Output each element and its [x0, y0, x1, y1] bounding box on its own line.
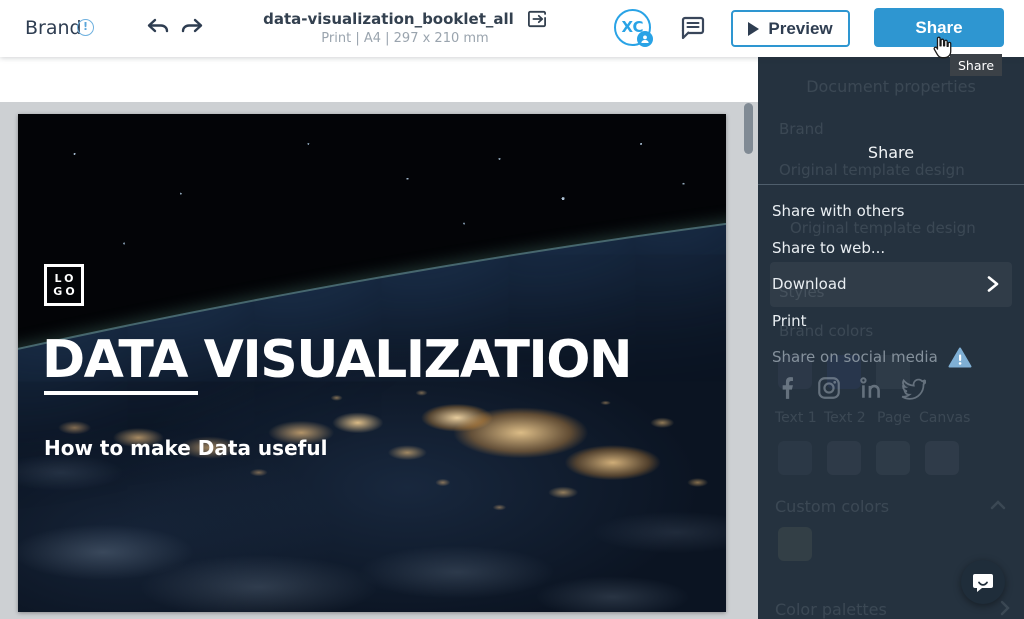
swatch-label-text1-dimmed: Text 1 [775, 410, 817, 426]
title-underline [44, 391, 198, 395]
redo-button[interactable] [179, 16, 205, 40]
social-icons-row [774, 375, 926, 401]
twitter-icon[interactable] [900, 375, 926, 401]
document-format-info: Print | A4 | 297 x 210 mm [240, 31, 570, 46]
menu-item-download[interactable]: Download [758, 266, 1024, 302]
comment-bubble-icon [677, 13, 707, 43]
logo-placeholder[interactable]: LO GO [44, 264, 84, 306]
logo-line2: GO [50, 285, 77, 298]
style-color-swatch [778, 441, 812, 475]
design-subtitle-text[interactable]: How to make Data useful [44, 436, 327, 460]
style-color-swatch [876, 441, 910, 475]
redo-icon [179, 16, 205, 40]
brand-info-icon[interactable]: ! [77, 19, 94, 36]
preview-label: Preview [768, 19, 832, 39]
user-avatar[interactable]: XC [614, 9, 651, 46]
help-chat-button[interactable] [961, 560, 1005, 604]
share-tooltip: Share [950, 54, 1002, 76]
linkedin-icon[interactable] [858, 375, 884, 401]
document-title-block: data-visualization_booklet_all Print | A… [240, 8, 570, 46]
template-name-dimmed: Original template design [779, 161, 965, 179]
design-canvas-page[interactable]: LO GO DATA VISUALIZATION How to make Dat… [18, 114, 726, 612]
swatch-label-text2-dimmed: Text 2 [824, 410, 866, 426]
share-panel: Document properties Brand Original templ… [758, 57, 1024, 619]
brand-section-label-dimmed: Brand [779, 120, 824, 138]
instagram-icon[interactable] [816, 375, 842, 401]
swatch-label-canvas-dimmed: Canvas [919, 410, 970, 426]
design-title-text[interactable]: DATA VISUALIZATION [42, 330, 722, 390]
style-color-swatch [827, 441, 861, 475]
document-title[interactable]: data-visualization_booklet_all [263, 10, 514, 28]
play-icon [748, 22, 759, 36]
move-to-folder-icon[interactable] [527, 10, 547, 28]
vertical-scrollbar-thumb[interactable] [744, 103, 753, 154]
submenu-chevron-right-icon [986, 275, 1000, 293]
menu-divider [758, 184, 1024, 185]
facebook-icon[interactable] [774, 375, 800, 401]
menu-item-share-social: Share on social media [758, 339, 1024, 375]
menu-item-share-with-others[interactable]: Share with others [758, 193, 1024, 229]
top-toolbar: Brand ! data-visualization_booklet_all [0, 0, 1024, 57]
chat-smile-icon [971, 570, 995, 594]
comments-button[interactable] [677, 13, 707, 43]
brand-menu[interactable]: Brand [25, 17, 82, 39]
custom-colors-label-dimmed: Custom colors [775, 497, 889, 516]
menu-item-print[interactable]: Print [758, 303, 1024, 339]
style-color-swatch [925, 441, 959, 475]
chevron-up-icon [990, 500, 1006, 510]
preview-button[interactable]: Preview [731, 10, 850, 47]
share-social-label: Share on social media [772, 348, 938, 366]
chevron-right-icon [1000, 600, 1010, 616]
menu-item-share-to-web[interactable]: Share to web... [758, 230, 1024, 266]
swatch-label-page-dimmed: Page [877, 410, 911, 426]
undo-button[interactable] [145, 16, 171, 40]
undo-icon [145, 16, 171, 40]
share-button[interactable]: Share [874, 8, 1004, 47]
logo-line1: LO [52, 272, 77, 285]
document-properties-title-dimmed: Document properties [758, 77, 1024, 96]
share-menu-title: Share [758, 143, 1024, 162]
user-badge-icon [637, 31, 653, 47]
color-palettes-label-dimmed: Color palettes [775, 600, 887, 619]
app-window: LO GO DATA VISUALIZATION How to make Dat… [0, 0, 1024, 619]
warning-icon[interactable] [948, 347, 972, 368]
custom-color-swatch [778, 527, 812, 561]
